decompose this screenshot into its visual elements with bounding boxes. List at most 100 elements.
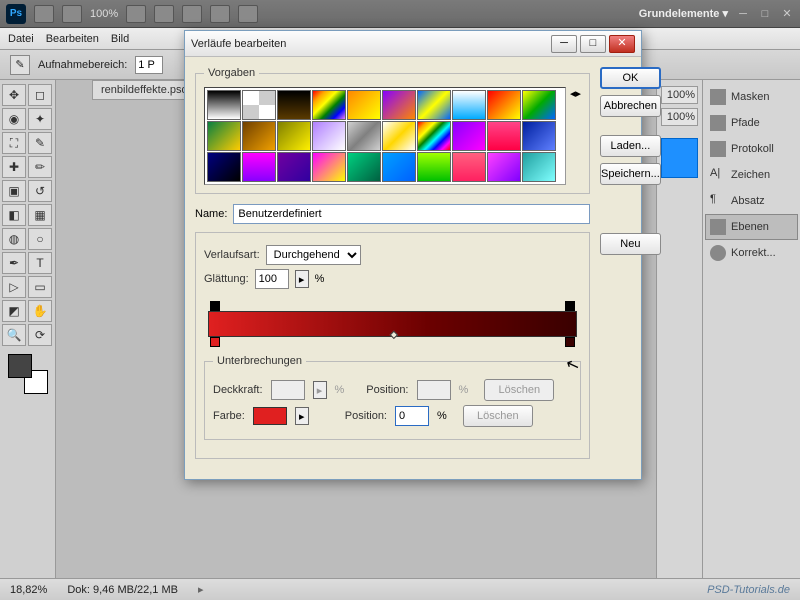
panel-korrekturen[interactable]: Korrekt... — [705, 240, 798, 266]
bridge-button[interactable] — [34, 5, 54, 23]
panel-pfade[interactable]: Pfade — [705, 110, 798, 136]
color-menu-button[interactable]: ▸ — [295, 407, 309, 425]
preset-swatch[interactable] — [452, 121, 486, 151]
color-swatches[interactable] — [8, 354, 48, 394]
stop-color-well[interactable] — [253, 407, 287, 425]
type-tool[interactable]: T — [28, 252, 52, 274]
rotate-tool-icon[interactable] — [182, 5, 202, 23]
presets-menu-icon[interactable]: ◂▸ — [570, 87, 581, 100]
preset-swatch[interactable] — [277, 90, 311, 120]
new-button[interactable]: Neu — [600, 233, 661, 255]
hand-tool-icon[interactable] — [126, 5, 146, 23]
gradient-type-select[interactable]: Durchgehend — [266, 245, 361, 265]
preset-swatch[interactable] — [382, 152, 416, 182]
marquee-tool[interactable]: ◻ — [28, 84, 52, 106]
panel-masken[interactable]: Masken — [705, 84, 798, 110]
preset-swatch[interactable] — [312, 90, 346, 120]
dialog-minimize-button[interactable]: ─ — [551, 35, 577, 53]
panel-ebenen[interactable]: Ebenen — [705, 214, 798, 240]
opacity-stop-left[interactable] — [210, 301, 220, 311]
crop-tool[interactable]: ⛶ — [2, 132, 26, 154]
zoom-tool-icon[interactable] — [154, 5, 174, 23]
smoothness-input[interactable] — [255, 269, 289, 289]
zoom-status[interactable]: 18,82% — [10, 584, 47, 596]
preset-swatch[interactable] — [242, 121, 276, 151]
gradient-bar-editor[interactable] — [208, 299, 577, 351]
preset-swatch[interactable] — [382, 90, 416, 120]
color-stop-left[interactable] — [210, 337, 220, 347]
preset-swatch[interactable] — [417, 121, 451, 151]
color-stop-right[interactable] — [565, 337, 575, 347]
brush-tool[interactable]: ✏ — [28, 156, 52, 178]
zoom-tool[interactable]: 🔍 — [2, 324, 26, 346]
color-position-input[interactable] — [395, 406, 429, 426]
dialog-close-button[interactable]: ✕ — [609, 35, 635, 53]
preset-swatch[interactable] — [487, 152, 521, 182]
heal-tool[interactable]: ✚ — [2, 156, 26, 178]
preset-swatch[interactable] — [312, 152, 346, 182]
hand-tool[interactable]: ✋ — [28, 300, 52, 322]
preset-swatch[interactable] — [207, 90, 241, 120]
screen-mode-button[interactable] — [238, 5, 258, 23]
pen-tool[interactable]: ✒ — [2, 252, 26, 274]
stamp-tool[interactable]: ▣ — [2, 180, 26, 202]
preset-swatch[interactable] — [382, 121, 416, 151]
preset-swatch[interactable] — [522, 121, 556, 151]
zoom-indicator[interactable]: 100% — [90, 8, 118, 20]
preset-swatch[interactable] — [522, 152, 556, 182]
preset-swatch[interactable] — [277, 152, 311, 182]
maximize-icon[interactable]: □ — [758, 7, 772, 21]
save-button[interactable]: Speichern... — [600, 163, 661, 185]
preset-swatch[interactable] — [347, 152, 381, 182]
eyedropper-icon[interactable]: ✎ — [10, 55, 30, 75]
gradient-name-input[interactable] — [233, 204, 590, 224]
fill-field[interactable]: 100% — [661, 108, 698, 126]
dialog-maximize-button[interactable]: □ — [580, 35, 606, 53]
preset-swatch[interactable] — [312, 121, 346, 151]
preset-swatch[interactable] — [207, 121, 241, 151]
dodge-tool[interactable]: ○ — [28, 228, 52, 250]
arrange-button[interactable] — [210, 5, 230, 23]
cancel-button[interactable]: Abbrechen — [600, 95, 661, 117]
path-tool[interactable]: ▷ — [2, 276, 26, 298]
preset-swatch[interactable] — [242, 152, 276, 182]
preset-swatch[interactable] — [417, 90, 451, 120]
panel-absatz[interactable]: ¶Absatz — [705, 188, 798, 214]
preset-swatch[interactable] — [452, 90, 486, 120]
preset-swatch[interactable] — [452, 152, 486, 182]
document-tab[interactable]: renbildeffekte.psd — [92, 80, 197, 100]
close-icon[interactable]: ✕ — [780, 7, 794, 21]
minimize-icon[interactable]: ─ — [736, 7, 750, 21]
ok-button[interactable]: OK — [600, 67, 661, 89]
smoothness-stepper[interactable]: ▸ — [295, 270, 309, 288]
eraser-tool[interactable]: ◧ — [2, 204, 26, 226]
panel-protokoll[interactable]: Protokoll — [705, 136, 798, 162]
shape-tool[interactable]: ▭ — [28, 276, 52, 298]
foreground-color-swatch[interactable] — [8, 354, 32, 378]
3d-tool[interactable]: ◩ — [2, 300, 26, 322]
move-tool[interactable]: ✥ — [2, 84, 26, 106]
preset-swatch[interactable] — [277, 121, 311, 151]
preset-swatch[interactable] — [242, 90, 276, 120]
preset-swatch[interactable] — [487, 121, 521, 151]
wand-tool[interactable]: ✦ — [28, 108, 52, 130]
panel-zeichen[interactable]: A|Zeichen — [705, 162, 798, 188]
preset-swatch[interactable] — [347, 90, 381, 120]
doc-size-status[interactable]: Dok: 9,46 MB/22,1 MB — [67, 584, 178, 596]
eyedropper-tool[interactable]: ✎ — [28, 132, 52, 154]
menu-bild[interactable]: Bild — [111, 33, 129, 45]
blur-tool[interactable]: ◍ — [2, 228, 26, 250]
opacity-stop-right[interactable] — [565, 301, 575, 311]
workspace-switcher[interactable]: Grundelemente ▾ — [639, 7, 728, 20]
preset-swatch[interactable] — [417, 152, 451, 182]
dialog-titlebar[interactable]: Verläufe bearbeiten ─ □ ✕ — [185, 31, 641, 57]
load-button[interactable]: Laden... — [600, 135, 661, 157]
menu-datei[interactable]: Datei — [8, 33, 34, 45]
preset-swatch[interactable] — [522, 90, 556, 120]
sample-size-input[interactable] — [135, 56, 163, 74]
rotate-view-tool[interactable]: ⟳ — [28, 324, 52, 346]
preset-swatch[interactable] — [207, 152, 241, 182]
preset-swatch[interactable] — [347, 121, 381, 151]
menu-bearbeiten[interactable]: Bearbeiten — [46, 33, 99, 45]
history-brush-tool[interactable]: ↺ — [28, 180, 52, 202]
